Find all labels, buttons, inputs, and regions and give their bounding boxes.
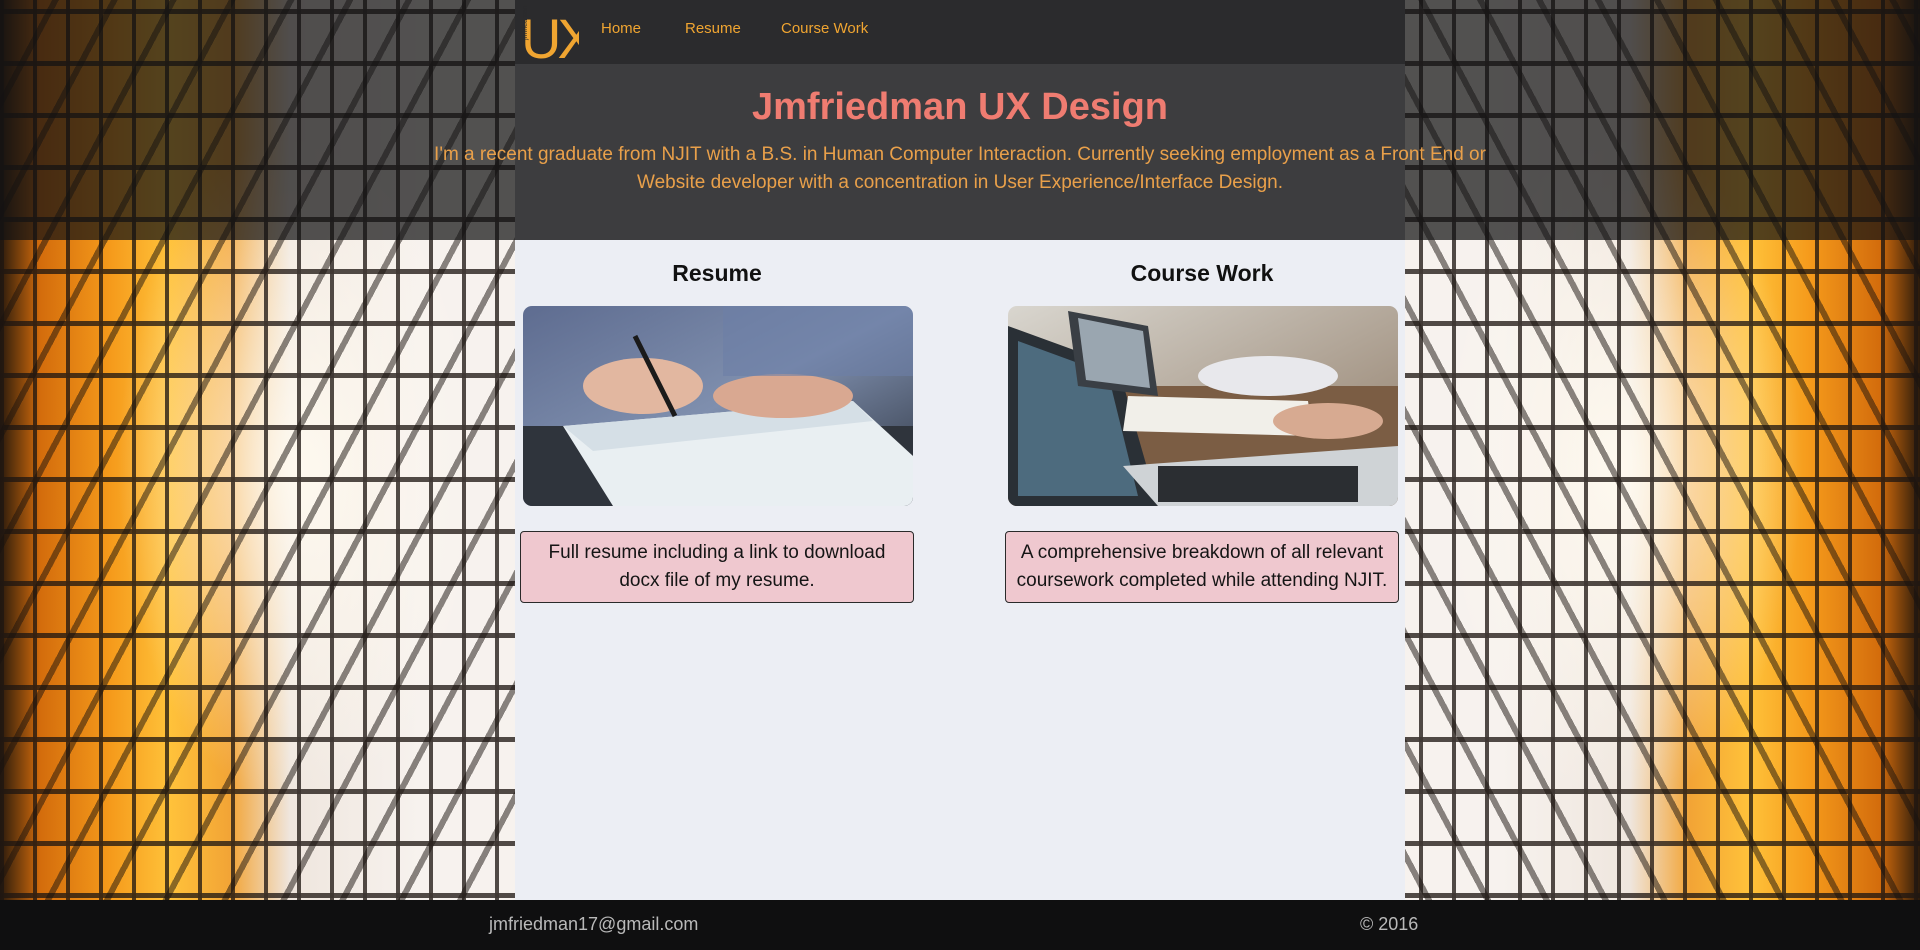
resume-image[interactable] [523, 306, 913, 506]
logo-small-text: jmfriedman [522, 5, 529, 41]
nav-link-course-work[interactable]: Course Work [781, 20, 868, 37]
footer-email-link[interactable]: jmfriedman17@gmail.com [489, 914, 698, 935]
course-work-image[interactable] [1008, 306, 1398, 506]
nav-link-home[interactable]: Home [601, 20, 641, 37]
card-title-course-work[interactable]: Course Work [1007, 260, 1397, 287]
card-description-resume: Full resume including a link to download… [520, 531, 914, 603]
footer: jmfriedman17@gmail.com © 2016 [0, 900, 1920, 950]
card-title-resume[interactable]: Resume [522, 260, 912, 287]
footer-copyright: © 2016 [1360, 914, 1419, 934]
navbar: UX jmfriedman Home Resume Course Work [515, 0, 1405, 70]
nav-link-resume[interactable]: Resume [685, 20, 741, 37]
ux-logo[interactable]: UX jmfriedman [515, 0, 598, 70]
logo-letters: UX [521, 7, 579, 64]
card-description-course-work: A comprehensive breakdown of all relevan… [1005, 531, 1399, 603]
page-title: Jmfriedman UX Design [752, 86, 1168, 128]
page-subtitle: I'm a recent graduate from NJIT with a B… [434, 144, 1486, 193]
